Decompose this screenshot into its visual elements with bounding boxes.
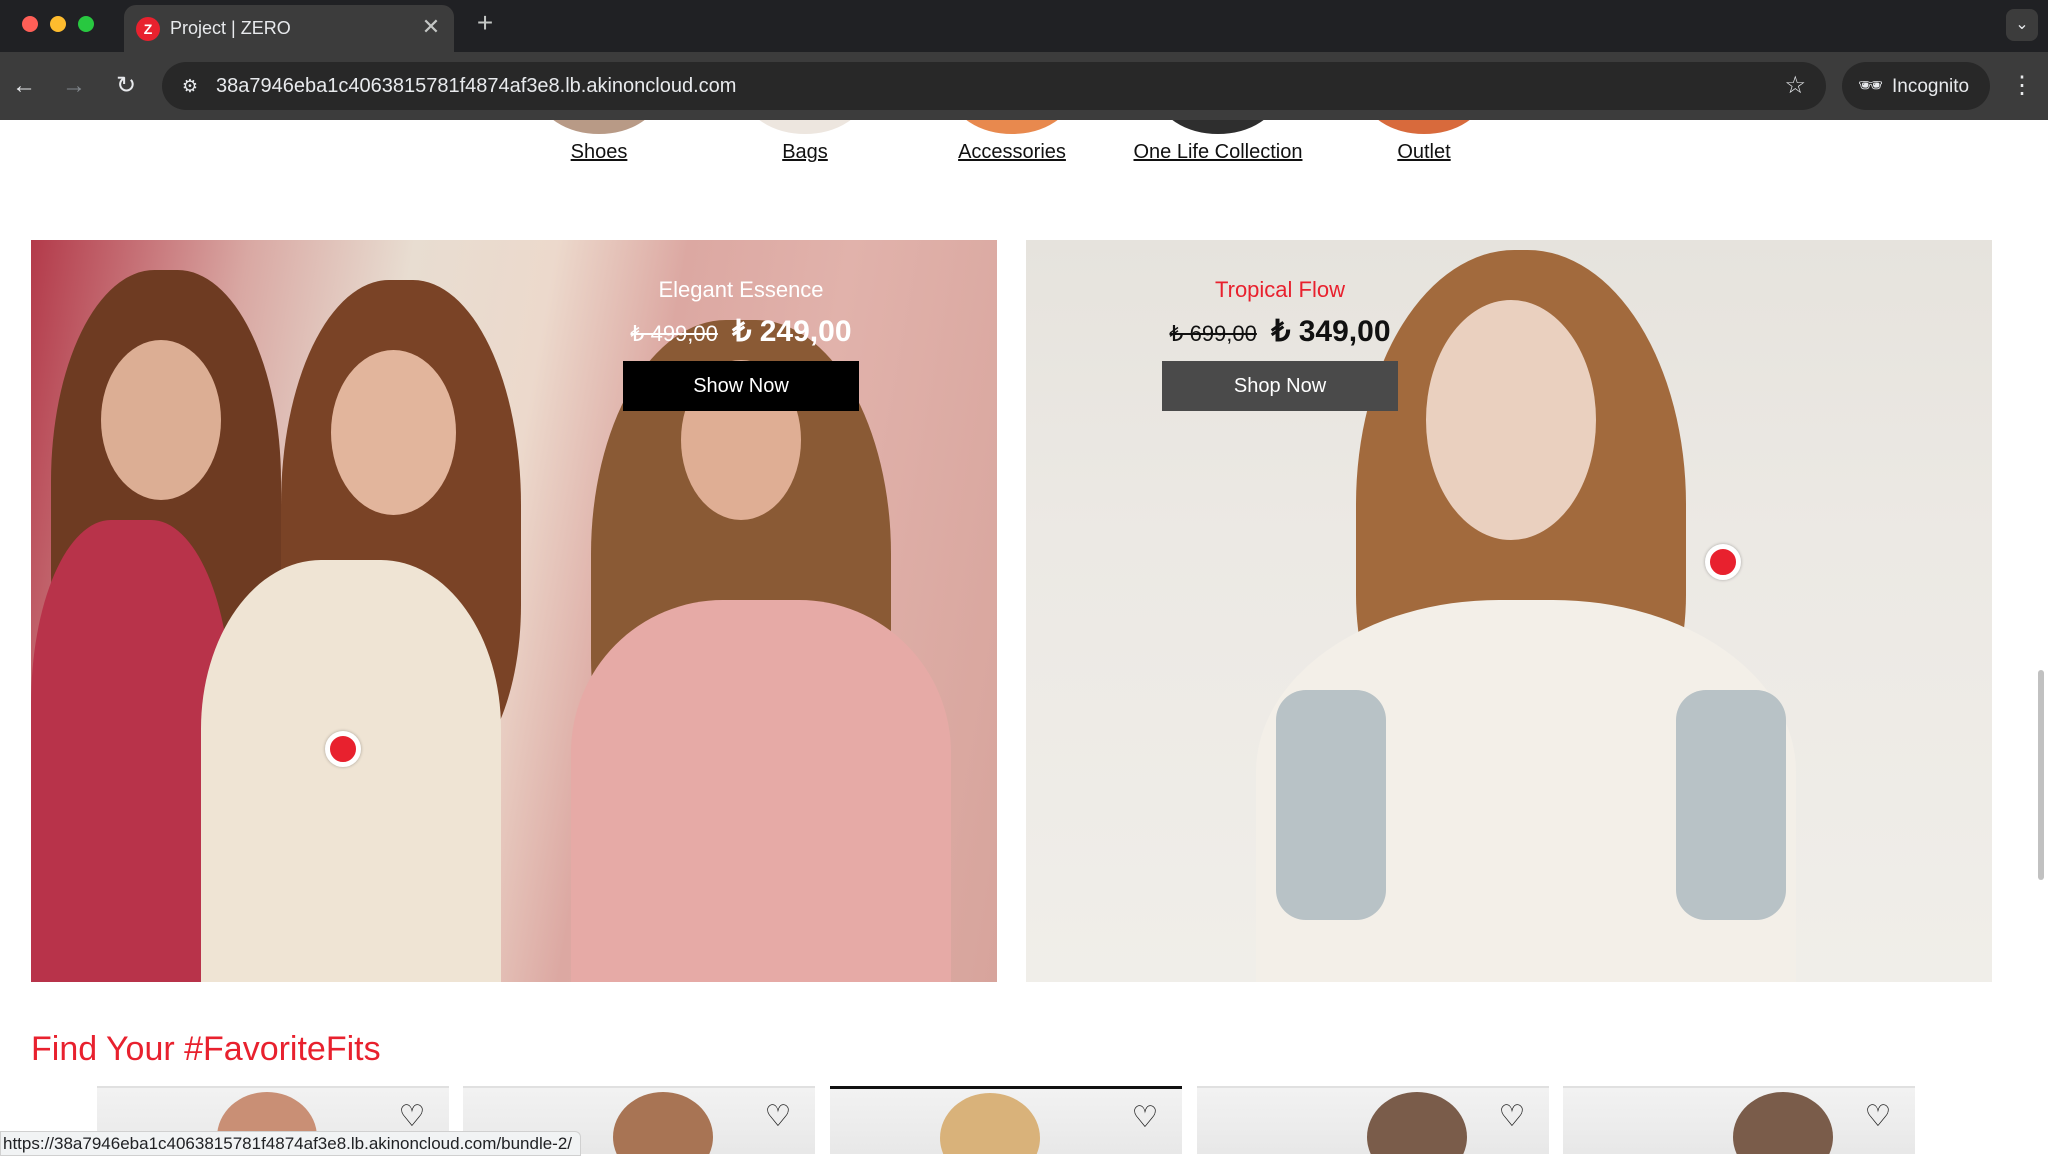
category-label[interactable]: Shoes: [519, 141, 679, 164]
page-scrollbar[interactable]: [2038, 670, 2044, 880]
banner-photo-shape: [101, 340, 221, 500]
reload-icon[interactable]: ↻: [110, 70, 142, 102]
window-close-button[interactable]: [22, 16, 38, 32]
back-arrow-icon[interactable]: ←: [8, 70, 40, 102]
product-hotspot[interactable]: [1705, 544, 1741, 580]
category-item-outlet[interactable]: Outlet: [1344, 120, 1504, 190]
tab-title: Project | ZERO: [170, 18, 291, 38]
product-hotspot[interactable]: [325, 731, 361, 767]
heart-icon[interactable]: ♡: [1861, 1100, 1895, 1134]
product-card[interactable]: ♡: [1197, 1086, 1549, 1154]
banner-photo-shape: [1676, 690, 1786, 920]
category-image[interactable]: [1158, 120, 1278, 134]
banner-photo-shape: [1426, 300, 1596, 540]
banner-title: Tropical Flow: [1215, 277, 1345, 302]
browser-toolbar: ← → ↻ ⚙ 38a7946eba1c4063815781f4874af3e8…: [0, 52, 2048, 120]
product-card[interactable]: ♡: [1563, 1086, 1915, 1154]
category-label[interactable]: One Life Collection: [1098, 141, 1338, 164]
show-now-button[interactable]: Show Now: [623, 361, 859, 411]
category-item-accessories[interactable]: Accessories: [932, 120, 1092, 190]
old-price: ₺ 699,00: [1169, 321, 1257, 346]
category-image[interactable]: [1364, 120, 1484, 134]
heart-icon[interactable]: ♡: [1128, 1101, 1162, 1135]
kebab-menu-icon[interactable]: ⋮: [2008, 70, 2036, 102]
category-item-one-life-collection[interactable]: One Life Collection: [1098, 120, 1338, 190]
incognito-icon: 🕶: [1858, 75, 1884, 97]
sale-price: ₺ 249,00: [732, 315, 852, 348]
price-group: ₺ 499,00 ₺ 249,00: [621, 314, 861, 349]
category-item-bags[interactable]: Bags: [725, 120, 885, 190]
window-zoom-button[interactable]: [78, 16, 94, 32]
banner-photo-shape: [571, 600, 951, 982]
close-icon[interactable]: ✕: [418, 14, 444, 40]
banner-photo-shape: [201, 560, 501, 982]
link-status-bar: https://38a7946eba1c4063815781f4874af3e8…: [0, 1131, 582, 1156]
banner-elegant-essence[interactable]: Elegant Essence ₺ 499,00 ₺ 249,00 Show N…: [31, 240, 997, 982]
address-url[interactable]: 38a7946eba1c4063815781f4874af3e8.lb.akin…: [216, 75, 736, 98]
plus-icon[interactable]: +: [470, 8, 500, 38]
banner-photo-shape: [331, 350, 456, 515]
price-group: ₺ 699,00 ₺ 349,00: [1160, 314, 1400, 349]
category-image[interactable]: [952, 120, 1072, 134]
incognito-label: Incognito: [1892, 76, 1970, 97]
banner-promo: Elegant Essence ₺ 499,00 ₺ 249,00 Show N…: [621, 276, 861, 411]
address-bar[interactable]: ⚙ 38a7946eba1c4063815781f4874af3e8.lb.ak…: [162, 62, 1826, 110]
shop-now-button[interactable]: Shop Now: [1162, 361, 1398, 411]
section-heading: Find Your #FavoriteFits: [31, 1030, 381, 1068]
heart-icon[interactable]: ♡: [1495, 1100, 1529, 1134]
window-minimize-button[interactable]: [50, 16, 66, 32]
banner-photo-shape: [1276, 690, 1386, 920]
star-icon[interactable]: ☆: [1784, 72, 1806, 100]
heart-icon[interactable]: ♡: [395, 1100, 429, 1134]
category-label[interactable]: Bags: [725, 141, 885, 164]
banner-tropical-flow[interactable]: Tropical Flow ₺ 699,00 ₺ 349,00 Shop Now: [1026, 240, 1992, 982]
site-favicon-icon: Z: [136, 17, 160, 41]
category-item-shoes[interactable]: Shoes: [519, 120, 679, 190]
browser-tab-active[interactable]: Z Project | ZERO ✕: [124, 5, 454, 52]
category-label[interactable]: Outlet: [1344, 141, 1504, 164]
site-info-icon[interactable]: ⚙: [174, 70, 206, 102]
page-content: Shoes Bags Accessories One Life Collecti…: [0, 120, 2048, 1154]
category-image[interactable]: [745, 120, 865, 134]
category-label[interactable]: Accessories: [932, 141, 1092, 164]
heart-icon[interactable]: ♡: [761, 1100, 795, 1134]
banner-title: Elegant Essence: [658, 277, 824, 302]
chevron-down-icon[interactable]: ⌄: [2006, 9, 2038, 41]
forward-arrow-icon[interactable]: →: [58, 70, 90, 102]
sale-price: ₺ 349,00: [1271, 315, 1391, 348]
banner-promo: Tropical Flow ₺ 699,00 ₺ 349,00 Shop Now: [1160, 276, 1400, 411]
old-price: ₺ 499,00: [630, 321, 718, 346]
product-card[interactable]: ♡: [830, 1086, 1182, 1154]
incognito-indicator[interactable]: 🕶 Incognito: [1842, 62, 1990, 110]
browser-tab-strip: Z Project | ZERO ✕ + ⌄: [0, 0, 2048, 52]
category-image[interactable]: [539, 120, 659, 134]
